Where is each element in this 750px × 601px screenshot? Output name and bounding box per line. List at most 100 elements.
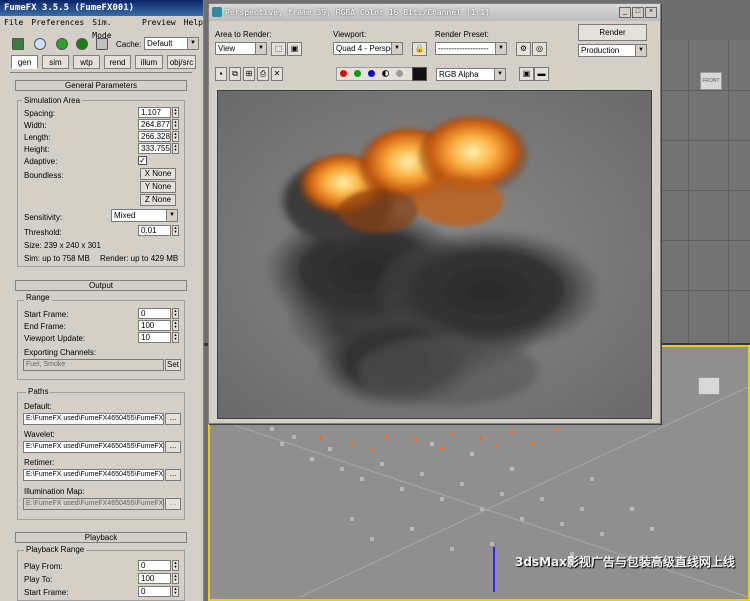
chevron-down-icon: ▼ <box>391 43 402 54</box>
green-channel-toggle[interactable] <box>354 70 361 77</box>
menu-sim-mode[interactable]: Sim. Mode <box>92 16 134 40</box>
default-path-browse-button[interactable]: ... <box>165 413 181 425</box>
tab-illum[interactable]: illum <box>135 55 163 69</box>
fumefx-scrollbar[interactable] <box>196 90 202 601</box>
display-channel-select[interactable]: RGB Alpha ▼ <box>436 68 506 81</box>
width-input[interactable]: 264.877 <box>138 119 171 130</box>
length-spinner[interactable]: ▲ ▼ <box>172 131 179 142</box>
lock-viewport-icon[interactable]: 🔒 <box>412 42 427 56</box>
clear-icon[interactable]: ✕ <box>271 67 283 81</box>
blue-channel-toggle[interactable] <box>368 70 375 77</box>
height-input[interactable]: 333.755 <box>138 143 171 154</box>
height-label: Height: <box>24 145 50 154</box>
swatch-icon[interactable] <box>412 67 427 81</box>
z-none-button[interactable]: Z None <box>140 194 176 206</box>
rollout-general-parameters[interactable]: General Parameters <box>15 80 187 91</box>
play-to-spinner[interactable]: ▲ ▼ <box>172 573 179 584</box>
alpha-channel-toggle[interactable] <box>382 70 389 77</box>
viewport-select[interactable]: Quad 4 - Perspect ▼ <box>333 42 403 55</box>
rollout-output[interactable]: Output <box>15 280 187 291</box>
auto-region-icon[interactable]: ▣ <box>287 42 302 56</box>
explosion-render-image <box>218 91 651 418</box>
tab-gen[interactable]: gen <box>11 55 38 69</box>
copy-image-icon[interactable]: ⧉ <box>229 67 241 81</box>
illumination-map-browse-button[interactable]: ... <box>165 498 181 510</box>
cache-icon[interactable] <box>96 38 108 50</box>
preview-icon[interactable] <box>12 38 24 50</box>
end-frame-input[interactable]: 100 <box>138 320 171 331</box>
default-path-field[interactable]: E:\FumeFX used\FumeFX4650455\FumeFX <box>23 413 164 425</box>
toggle-ui-icon[interactable]: ▬ <box>534 67 549 81</box>
cache-select[interactable]: Default ▼ <box>144 37 199 50</box>
width-spinner[interactable]: ▲ ▼ <box>172 119 179 130</box>
tab-wtp[interactable]: wtp <box>73 55 100 69</box>
start-frame-input[interactable]: 0 <box>138 308 171 319</box>
viewport-top-right[interactable]: FRONT <box>658 40 750 345</box>
close-button[interactable]: × <box>645 7 657 18</box>
render-setup-icon[interactable]: ⚙ <box>516 42 531 56</box>
adaptive-checkbox[interactable]: ✓ <box>138 156 147 165</box>
watermark-text: 3dsMax影视广告与包装高级直线网上线 <box>515 555 735 569</box>
height-spinner[interactable]: ▲ ▼ <box>172 143 179 154</box>
environment-icon[interactable]: ◎ <box>532 42 547 56</box>
playback-range-label: Playback Range <box>24 545 87 554</box>
tab-rend[interactable]: rend <box>104 55 131 69</box>
wavelet-path-browse-button[interactable]: ... <box>165 441 181 453</box>
viewport-update-input[interactable]: 10 <box>138 332 171 343</box>
continue-simulation-icon[interactable] <box>76 38 88 50</box>
spacing-input[interactable]: 1.107 <box>138 107 171 118</box>
edit-region-icon[interactable]: ⬚ <box>271 42 286 56</box>
sensitivity-select[interactable]: Mixed ▼ <box>111 209 178 222</box>
rollout-playback[interactable]: Playback <box>15 532 187 543</box>
render-canvas[interactable] <box>217 90 652 419</box>
area-to-render-label: Area to Render: <box>215 30 272 39</box>
threshold-input[interactable]: 0.01 <box>138 225 171 236</box>
minimize-button[interactable]: _ <box>619 7 631 18</box>
threshold-spinner[interactable]: ▲ ▼ <box>172 225 179 236</box>
maximize-button[interactable]: □ <box>632 7 644 18</box>
x-none-button[interactable]: X None <box>140 168 176 180</box>
play-from-spinner[interactable]: ▲ ▼ <box>172 560 179 571</box>
set-channels-button[interactable]: Set <box>165 359 181 371</box>
retimer-path-field[interactable]: E:\FumeFX used\FumeFX4650455\FumeFX <box>23 469 164 481</box>
production-select[interactable]: Production ▼ <box>578 44 647 57</box>
clone-frame-icon[interactable]: ⊞ <box>243 67 255 81</box>
menu-preferences[interactable]: Preferences <box>31 16 84 29</box>
play-to-input[interactable]: 100 <box>138 573 171 584</box>
length-input[interactable]: 266.328 <box>138 131 171 142</box>
menu-preview[interactable]: Preview <box>142 16 176 29</box>
viewcube-perspective-icon[interactable] <box>698 377 720 395</box>
render-preset-select[interactable]: ------------------- ▼ <box>435 42 507 55</box>
chevron-down-icon: ▼ <box>635 45 646 56</box>
wavelet-path-field[interactable]: E:\FumeFX used\FumeFX4650455\FumeFX <box>23 441 164 453</box>
area-to-render-select[interactable]: View ▼ <box>215 42 267 55</box>
save-image-icon[interactable]: ▪ <box>215 67 227 81</box>
viewcube-icon[interactable]: FRONT <box>700 72 722 90</box>
playback-start-frame-spinner[interactable]: ▲ ▼ <box>172 586 179 597</box>
playback-start-frame-input[interactable]: 0 <box>138 586 171 597</box>
settings-icon[interactable] <box>34 38 46 50</box>
retimer-path-browse-button[interactable]: ... <box>165 469 181 481</box>
spacing-spinner[interactable]: ▲ ▼ <box>172 107 179 118</box>
tab-obj-src[interactable]: obj/src <box>167 55 196 69</box>
wavelet-path-label: Wavelet: <box>24 430 55 439</box>
chevron-down-icon: ▼ <box>494 69 505 80</box>
end-frame-spinner[interactable]: ▲ ▼ <box>172 320 179 331</box>
width-label: Width: <box>24 121 47 130</box>
menu-file[interactable]: File <box>4 16 23 29</box>
tab-sim[interactable]: sim <box>42 55 69 69</box>
print-icon[interactable]: ⎙ <box>257 67 269 81</box>
play-from-input[interactable]: 0 <box>138 560 171 571</box>
exporting-channels-field: Fuel, Smoke <box>23 359 164 371</box>
toggle-ui-overlay-icon[interactable]: ▣ <box>519 67 534 81</box>
menu-help[interactable]: Help <box>184 16 203 29</box>
start-simulation-icon[interactable] <box>56 38 68 50</box>
viewport-update-spinner[interactable]: ▲ ▼ <box>172 332 179 343</box>
monochrome-toggle[interactable] <box>396 70 403 77</box>
render-button[interactable]: Render <box>578 24 647 41</box>
y-none-button[interactable]: Y None <box>140 181 176 193</box>
sim-memory-text: Sim: up to 758 MB <box>24 254 90 263</box>
start-frame-spinner[interactable]: ▲ ▼ <box>172 308 179 319</box>
retimer-path-label: Retimer: <box>24 458 55 467</box>
red-channel-toggle[interactable] <box>340 70 347 77</box>
